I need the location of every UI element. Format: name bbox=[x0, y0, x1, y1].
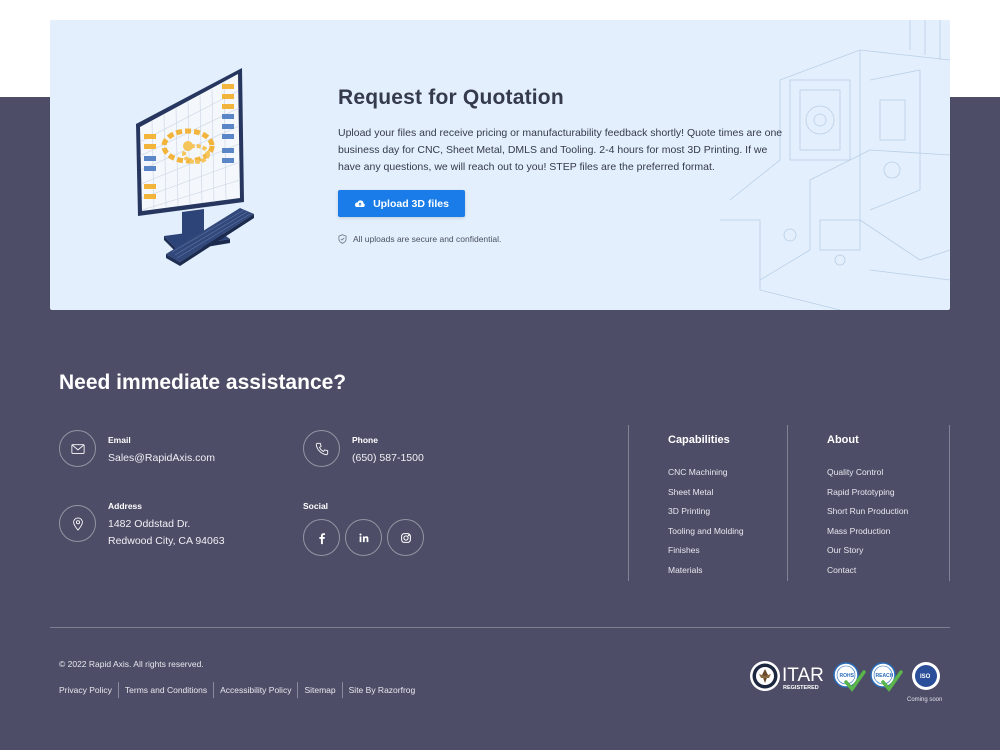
capabilities-link-finishes[interactable]: Finishes bbox=[668, 545, 700, 555]
instagram-link[interactable] bbox=[387, 519, 424, 556]
capabilities-link-3d-printing[interactable]: 3D Printing bbox=[668, 506, 710, 516]
about-title: About bbox=[827, 434, 859, 446]
assistance-title: Need immediate assistance? bbox=[59, 371, 347, 394]
phone-value[interactable]: (650) 587-1500 bbox=[352, 450, 424, 467]
linkedin-link[interactable] bbox=[345, 519, 382, 556]
address-label: Address bbox=[108, 501, 143, 511]
address-line1: 1482 Oddstad Dr. bbox=[108, 518, 191, 530]
legal-links: Privacy Policy Terms and Conditions Acce… bbox=[59, 682, 421, 698]
instagram-circle bbox=[387, 519, 424, 556]
facebook-link[interactable] bbox=[303, 519, 340, 556]
email-circle bbox=[59, 430, 96, 467]
phone-icon bbox=[315, 442, 328, 455]
address-line2: Redwood City, CA 94063 bbox=[108, 535, 225, 547]
footer-divider bbox=[787, 425, 788, 581]
email-value[interactable]: Sales@RapidAxis.com bbox=[108, 450, 215, 467]
capabilities-link-materials[interactable]: Materials bbox=[668, 565, 702, 575]
reach-text: REACH bbox=[876, 673, 894, 679]
about-link-short-run[interactable]: Short Run Production bbox=[827, 506, 908, 516]
terms-link[interactable]: Terms and Conditions bbox=[117, 682, 213, 698]
accessibility-policy-link[interactable]: Accessibility Policy bbox=[213, 682, 297, 698]
map-pin-icon bbox=[72, 516, 83, 531]
footer-divider bbox=[628, 425, 629, 581]
phone-label: Phone bbox=[352, 435, 378, 445]
footer-separator bbox=[50, 627, 950, 628]
about-link-rapid-prototyping[interactable]: Rapid Prototyping bbox=[827, 487, 895, 497]
capabilities-link-cnc-machining[interactable]: CNC Machining bbox=[668, 467, 728, 477]
capabilities-link-tooling[interactable]: Tooling and Molding bbox=[668, 526, 744, 536]
reach-badge-icon: REACH bbox=[870, 662, 903, 692]
shield-check-icon bbox=[338, 234, 347, 244]
coming-soon-label: Coming soon bbox=[907, 697, 943, 703]
capabilities-title: Capabilities bbox=[668, 434, 730, 446]
upload-button-label: Upload 3D files bbox=[373, 197, 449, 210]
linkedin-icon bbox=[358, 532, 368, 542]
instagram-icon bbox=[400, 532, 411, 543]
secure-note-text: All uploads are secure and confidential. bbox=[353, 234, 502, 244]
rohs-badge-icon: ROHS bbox=[833, 662, 866, 692]
footer-divider bbox=[949, 425, 950, 581]
email-contact[interactable] bbox=[59, 430, 96, 467]
phone-circle bbox=[303, 430, 340, 467]
rfq-title: Request for Quotation bbox=[338, 86, 564, 109]
rohs-text: ROHS bbox=[840, 673, 855, 679]
about-link-our-story[interactable]: Our Story bbox=[827, 545, 863, 555]
iso-badge-icon: ISO bbox=[912, 662, 940, 690]
secure-note: All uploads are secure and confidential. bbox=[338, 234, 501, 244]
itar-text: ITAR bbox=[782, 665, 824, 686]
upload-3d-files-button[interactable]: Upload 3D files bbox=[338, 190, 465, 217]
about-link-mass-production[interactable]: Mass Production bbox=[827, 526, 890, 536]
rfq-description: Upload your files and receive pricing or… bbox=[338, 127, 783, 173]
envelope-icon bbox=[70, 443, 85, 454]
computer-illustration-icon bbox=[136, 68, 254, 266]
address-contact bbox=[59, 505, 96, 542]
itar-seal-icon bbox=[750, 661, 780, 691]
about-link-quality-control[interactable]: Quality Control bbox=[827, 467, 883, 477]
privacy-policy-link[interactable]: Privacy Policy bbox=[59, 682, 118, 698]
linkedin-circle bbox=[345, 519, 382, 556]
site-by-link[interactable]: Site By Razorfrog bbox=[341, 682, 422, 698]
facebook-circle bbox=[303, 519, 340, 556]
rfq-card: Request for Quotation Upload your files … bbox=[50, 20, 950, 310]
sitemap-link[interactable]: Sitemap bbox=[297, 682, 341, 698]
iso-text: ISO bbox=[920, 674, 931, 680]
phone-contact[interactable] bbox=[303, 430, 340, 467]
itar-registered-text: REGISTERED bbox=[783, 685, 819, 691]
about-link-contact[interactable]: Contact bbox=[827, 565, 856, 575]
address-circle bbox=[59, 505, 96, 542]
copyright: © 2022 Rapid Axis. All rights reserved. bbox=[59, 659, 204, 669]
cloud-upload-icon bbox=[355, 199, 365, 207]
email-label: Email bbox=[108, 435, 131, 445]
social-label: Social bbox=[303, 501, 329, 511]
capabilities-link-sheet-metal[interactable]: Sheet Metal bbox=[668, 487, 713, 497]
facebook-icon bbox=[318, 532, 325, 544]
